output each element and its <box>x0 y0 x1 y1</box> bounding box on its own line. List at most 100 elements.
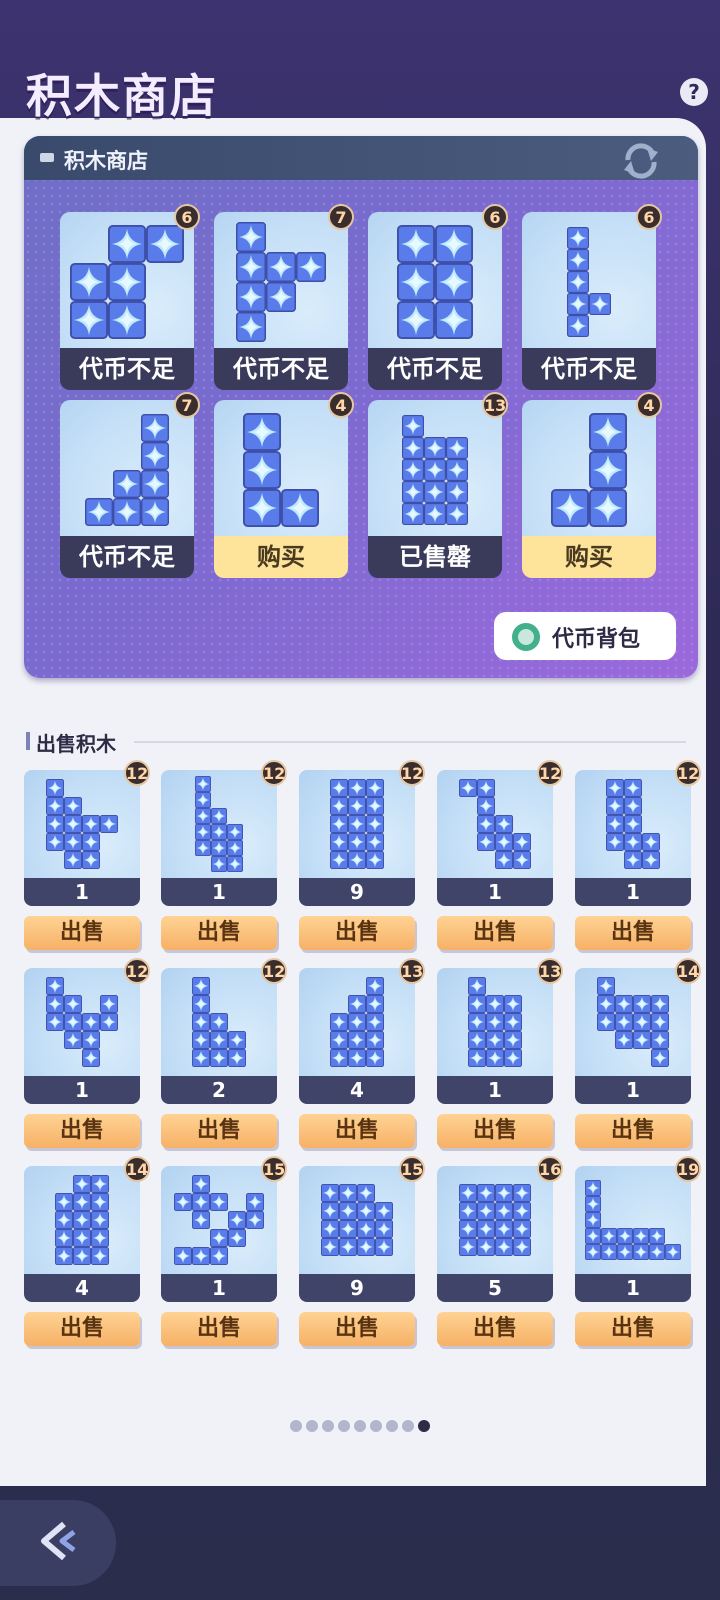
sell-button[interactable]: 出售 <box>299 916 415 950</box>
price-badge: 13 <box>482 392 508 418</box>
block-tile[interactable] <box>437 968 553 1076</box>
shop-item[interactable]: 购买 4 <box>522 392 662 578</box>
buy-button[interactable]: 购买 <box>522 536 656 578</box>
sell-button[interactable]: 出售 <box>161 1312 277 1346</box>
block-cell <box>210 1247 228 1265</box>
buy-button[interactable]: 购买 <box>214 536 348 578</box>
block-cell <box>146 225 184 263</box>
block-tile[interactable] <box>24 770 140 878</box>
shop-item[interactable]: 代币不足 7 <box>60 392 200 578</box>
shop-item[interactable]: 代币不足 6 <box>368 204 508 390</box>
block-cell <box>236 222 266 252</box>
pager-dot[interactable] <box>306 1420 318 1432</box>
pager-dot[interactable] <box>370 1420 382 1432</box>
price-badge: 4 <box>328 392 354 418</box>
sell-button[interactable]: 出售 <box>161 916 277 950</box>
block-tile[interactable] <box>161 1166 277 1274</box>
block-cell <box>601 1228 617 1244</box>
sell-item: 9 12 出售 <box>299 760 425 950</box>
pager-dot[interactable] <box>354 1420 366 1432</box>
sell-button[interactable]: 出售 <box>299 1312 415 1346</box>
pager-dot[interactable] <box>418 1420 430 1432</box>
block-cell <box>91 1175 109 1193</box>
sell-button[interactable]: 出售 <box>575 1312 691 1346</box>
sell-button[interactable]: 出售 <box>437 1114 553 1148</box>
block-cell <box>339 1184 357 1202</box>
block-cell <box>589 413 627 451</box>
block-tile[interactable] <box>575 968 691 1076</box>
status-label: 代币不足 <box>522 348 656 390</box>
block-tile[interactable] <box>299 968 415 1076</box>
help-icon[interactable]: ? <box>680 78 708 106</box>
block-tile <box>214 400 348 540</box>
block-tile[interactable] <box>299 770 415 878</box>
block-cell <box>366 977 384 995</box>
block-cell <box>468 1013 486 1031</box>
pager-dot[interactable] <box>322 1420 334 1432</box>
block-tile[interactable] <box>299 1166 415 1274</box>
block-cell <box>606 797 624 815</box>
block-tile <box>60 212 194 352</box>
status-label: 代币不足 <box>60 536 194 578</box>
block-tile[interactable] <box>437 1166 553 1274</box>
pager-dot[interactable] <box>402 1420 414 1432</box>
refresh-icon[interactable] <box>620 142 662 180</box>
block-cell <box>100 995 118 1013</box>
level-badge: 15 <box>399 1156 425 1182</box>
sell-item: 1 12 出售 <box>24 958 150 1148</box>
shop-header: 积木商店 <box>24 136 698 180</box>
block-tile[interactable] <box>161 770 277 878</box>
shop-item[interactable]: 已售罄 13 <box>368 392 508 578</box>
block-tile[interactable] <box>24 1166 140 1274</box>
block-cell <box>210 1031 228 1049</box>
block-cell <box>141 498 169 526</box>
sell-button[interactable]: 出售 <box>24 1114 140 1148</box>
pager-dot[interactable] <box>386 1420 398 1432</box>
block-tile[interactable] <box>575 1166 691 1274</box>
sell-button[interactable]: 出售 <box>24 916 140 950</box>
block-cell <box>210 1193 228 1211</box>
block-tile[interactable] <box>161 968 277 1076</box>
token-bag-button[interactable]: 代币背包 <box>494 612 676 660</box>
sell-button[interactable]: 出售 <box>161 1114 277 1148</box>
block-tile[interactable] <box>24 968 140 1076</box>
block-cell <box>424 459 446 481</box>
block-cell <box>266 252 296 282</box>
shop-item[interactable]: 代币不足 6 <box>522 204 662 390</box>
pager-dot[interactable] <box>338 1420 350 1432</box>
block-tile[interactable] <box>437 770 553 878</box>
block-cell <box>246 1211 264 1229</box>
block-cell <box>108 225 146 263</box>
block-tile[interactable] <box>575 770 691 878</box>
block-cell <box>236 282 266 312</box>
sell-button[interactable]: 出售 <box>575 1114 691 1148</box>
owned-count: 1 <box>575 878 691 906</box>
sell-button[interactable]: 出售 <box>24 1312 140 1346</box>
block-cell <box>73 1211 91 1229</box>
block-cell <box>64 797 82 815</box>
block-cell <box>243 489 281 527</box>
block-cell <box>495 1184 513 1202</box>
block-cell <box>192 1049 210 1067</box>
shop-item[interactable]: 代币不足 6 <box>60 204 200 390</box>
block-cell <box>615 1031 633 1049</box>
block-cell <box>486 1031 504 1049</box>
shop-item[interactable]: 购买 4 <box>214 392 354 578</box>
shop-item[interactable]: 代币不足 7 <box>214 204 354 390</box>
sell-button[interactable]: 出售 <box>437 1312 553 1346</box>
sell-button[interactable]: 出售 <box>437 916 553 950</box>
block-cell <box>504 1013 522 1031</box>
pager-dot[interactable] <box>290 1420 302 1432</box>
sell-item: 5 16 出售 <box>437 1156 563 1346</box>
block-cell <box>495 1220 513 1238</box>
block-cell <box>435 225 473 263</box>
sell-item: 4 13 出售 <box>299 958 425 1148</box>
owned-count: 1 <box>24 1076 140 1104</box>
block-cell <box>513 1184 531 1202</box>
block-cell <box>174 1247 192 1265</box>
sell-button[interactable]: 出售 <box>299 1114 415 1148</box>
back-arrow-icon[interactable] <box>34 1518 80 1564</box>
owned-count: 1 <box>161 878 277 906</box>
sell-button[interactable]: 出售 <box>575 916 691 950</box>
block-cell <box>192 977 210 995</box>
